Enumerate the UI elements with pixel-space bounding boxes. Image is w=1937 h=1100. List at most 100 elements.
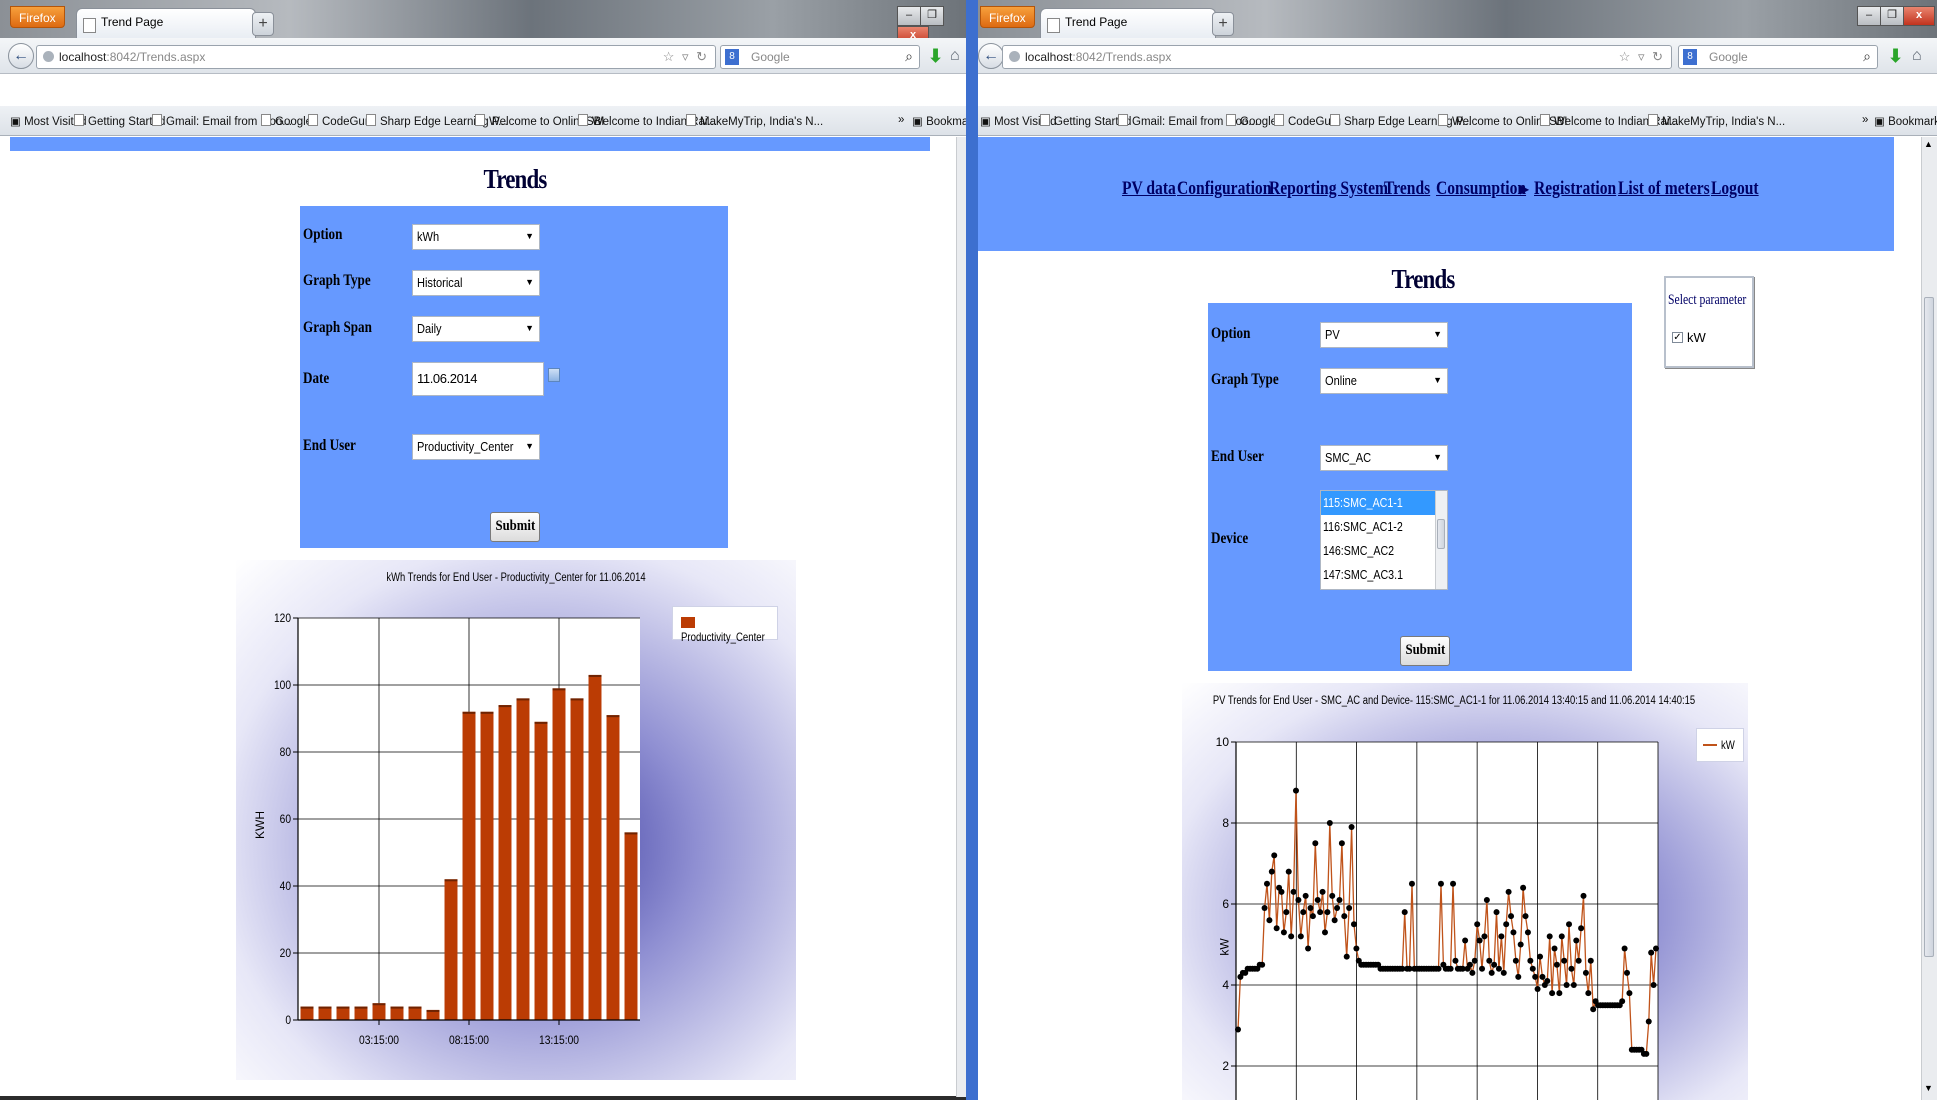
- data-point: [1326, 820, 1333, 826]
- right-url-host: localhost: [1025, 50, 1073, 64]
- device-option[interactable]: 116:SMC_AC1-2: [1321, 515, 1447, 539]
- data-point: [1469, 969, 1476, 976]
- bar: [534, 721, 548, 1020]
- submit-button[interactable]: Submit: [1400, 636, 1450, 666]
- window-divider: [966, 0, 978, 1100]
- bookmark-codeguru[interactable]: CodeGuru: [308, 114, 375, 128]
- data-point: [1273, 925, 1280, 932]
- right-url-bar[interactable]: localhost:8042/Trends.aspx ☆ ▿ ↻: [1002, 45, 1672, 69]
- restore-icon[interactable]: ❐: [1880, 6, 1904, 26]
- data-point: [1527, 957, 1534, 964]
- bar-top: [570, 698, 584, 701]
- kw-checkbox[interactable]: ✓: [1672, 332, 1683, 343]
- left-vertical-scrollbar[interactable]: [956, 137, 966, 1097]
- device-listbox[interactable]: 115:SMC_AC1-1 116:SMC_AC1-2 146:SMC_AC2 …: [1320, 490, 1448, 590]
- dropdown-arrow-icon: ▼: [525, 231, 534, 241]
- data-point: [1471, 957, 1478, 964]
- right-scroll-thumb[interactable]: [1924, 297, 1934, 957]
- device-option[interactable]: 146:SMC_AC2: [1321, 539, 1447, 563]
- option-select[interactable]: kWh ▼: [412, 224, 540, 250]
- bookmarks-menu-button[interactable]: ▣ Bookmarks: [1874, 114, 1937, 128]
- right-new-tab-button[interactable]: +: [1212, 12, 1234, 36]
- scroll-down-arrow-icon[interactable]: ▼: [1924, 1083, 1933, 1093]
- option-select[interactable]: PV ▼: [1320, 322, 1448, 348]
- data-point: [1474, 921, 1481, 928]
- listbox-scrollbar[interactable]: [1435, 491, 1447, 589]
- nav-link-reporting-system[interactable]: Reporting System: [1269, 178, 1388, 200]
- bookmark-makemytrip[interactable]: MakeMyTrip, India's N...: [1648, 114, 1785, 128]
- y-tick-label: 20: [280, 947, 291, 960]
- nav-link-list-of-meters[interactable]: List of meters: [1618, 178, 1710, 200]
- star-reload-icon[interactable]: ☆ ▿ ↻: [1619, 49, 1665, 65]
- data-point: [1329, 892, 1336, 899]
- graph-span-select[interactable]: Daily ▼: [412, 316, 540, 342]
- data-point: [1512, 957, 1519, 964]
- calendar-icon[interactable]: [548, 368, 560, 382]
- listbox-scroll-thumb[interactable]: [1437, 519, 1445, 549]
- search-icon[interactable]: ⌕: [1863, 48, 1871, 65]
- device-option[interactable]: 115:SMC_AC1-1: [1321, 491, 1447, 515]
- left-home-icon[interactable]: ⌂: [950, 47, 960, 65]
- data-point: [1280, 929, 1287, 936]
- bar: [336, 1006, 350, 1020]
- graph-type-select[interactable]: Historical ▼: [412, 270, 540, 296]
- kw-checkbox-label: kW: [1687, 330, 1706, 345]
- restore-icon[interactable]: ❐: [920, 6, 944, 26]
- left-new-tab-button[interactable]: +: [252, 12, 274, 36]
- bar-top: [336, 1006, 350, 1009]
- search-icon[interactable]: ⌕: [905, 48, 913, 65]
- bookmark-makemytrip[interactable]: MakeMyTrip, India's N...: [686, 114, 823, 128]
- left-window-controls: – ❐x: [897, 6, 966, 46]
- left-tab-trend-page[interactable]: Trend Page: [76, 8, 256, 39]
- left-url-bar[interactable]: localhost:8042/Trends.aspx ☆ ▿ ↻: [36, 45, 716, 69]
- graph-type-select[interactable]: Online ▼: [1320, 368, 1448, 394]
- close-icon[interactable]: x: [1903, 6, 1935, 26]
- star-reload-icon[interactable]: ☆ ▿ ↻: [663, 49, 709, 65]
- right-search-bar[interactable]: 8 Google ⌕: [1678, 45, 1878, 69]
- date-input[interactable]: 11.06.2014: [412, 362, 544, 396]
- data-point: [1353, 945, 1360, 952]
- left-download-icon[interactable]: ⬇: [928, 46, 943, 67]
- bookmarks-overflow-chevron[interactable]: »: [1862, 114, 1868, 126]
- data-point: [1266, 917, 1273, 924]
- right-download-icon[interactable]: ⬇: [1888, 46, 1903, 67]
- bookmark-google[interactable]: Google: [1226, 114, 1277, 128]
- right-back-button[interactable]: ←: [978, 43, 1004, 69]
- data-point: [1259, 961, 1266, 968]
- right-home-icon[interactable]: ⌂: [1912, 47, 1922, 65]
- left-back-button[interactable]: ←: [8, 43, 34, 69]
- nav-link-configuration[interactable]: Configuration: [1177, 178, 1271, 200]
- nav-link-logout[interactable]: Logout: [1711, 178, 1759, 200]
- data-point: [1566, 921, 1573, 928]
- minimize-icon[interactable]: –: [897, 6, 921, 26]
- right-page-title: Trends: [1391, 264, 1456, 294]
- data-point: [1582, 969, 1589, 976]
- device-option[interactable]: 147:SMC_AC3.1: [1321, 563, 1447, 587]
- nav-link-trends[interactable]: Trends: [1384, 178, 1430, 200]
- left-search-bar[interactable]: 8 Google ⌕: [720, 45, 920, 69]
- right-firefox-menu-button[interactable]: Firefox: [980, 6, 1035, 28]
- scroll-up-arrow-icon[interactable]: ▲: [1924, 139, 1933, 149]
- nav-link-pv-data[interactable]: PV data: [1122, 178, 1176, 200]
- x-tick-label: 08:15:00: [449, 1033, 489, 1047]
- legend-series-name: Productivity_Center: [681, 630, 765, 644]
- data-point: [1336, 896, 1343, 903]
- bar-top: [552, 688, 566, 691]
- bookmark-google[interactable]: Google: [261, 114, 312, 128]
- data-point: [1235, 1026, 1241, 1033]
- bookmarks-menu-button[interactable]: ▣ Bookmark: [912, 114, 966, 128]
- end-user-select[interactable]: Productivity_Center ▼: [412, 434, 540, 460]
- data-point: [1288, 933, 1295, 940]
- right-tab-trend-page[interactable]: Trend Page: [1040, 8, 1216, 39]
- submit-button[interactable]: Submit: [490, 512, 540, 542]
- left-firefox-menu-button[interactable]: Firefox: [10, 6, 65, 28]
- nav-link-registration[interactable]: Registration: [1534, 178, 1616, 200]
- minimize-icon[interactable]: –: [1857, 6, 1881, 26]
- data-point: [1331, 917, 1338, 924]
- bookmarks-overflow-chevron[interactable]: »: [898, 114, 904, 126]
- nav-link-consumption[interactable]: Consumption: [1436, 178, 1526, 200]
- bar-top: [534, 721, 548, 724]
- end-user-select[interactable]: SMC_AC ▼: [1320, 445, 1448, 471]
- y-tick-label: 8: [1222, 816, 1229, 830]
- right-vertical-scrollbar[interactable]: ▲ ▼: [1921, 137, 1937, 1100]
